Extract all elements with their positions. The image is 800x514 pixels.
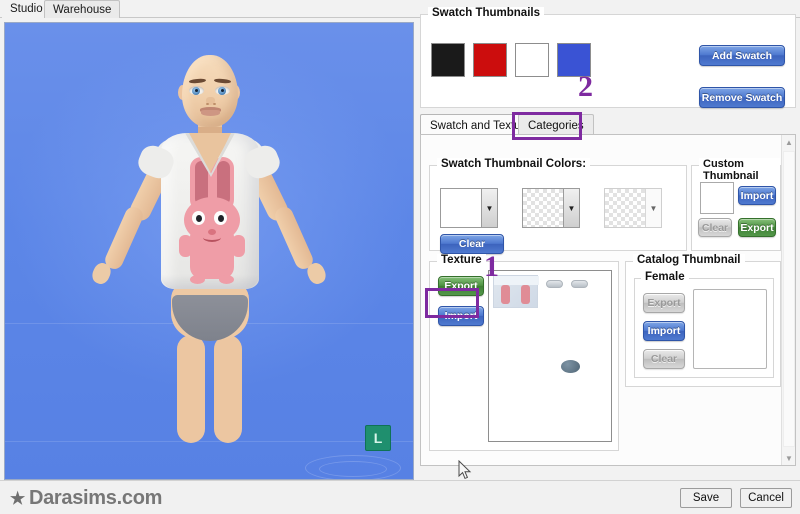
custom-thumbnail-import-button[interactable]: Import [738,186,776,205]
catalog-thumbnail-preview[interactable] [693,289,767,369]
sim-character-model [59,49,359,479]
color-dropdown-3[interactable]: ▼ [604,188,662,228]
catalog-export-button: Export [643,293,685,313]
editor-tab-control: Swatch and Texture Categories Swatch Thu… [420,114,796,466]
texture-bunny-back [521,285,530,304]
save-button[interactable]: Save [680,488,732,508]
viewport-orientation-gizmo[interactable]: L [365,425,391,451]
texture-detail-blob [561,360,580,373]
chevron-down-icon[interactable]: ▼ [481,189,497,227]
custom-thumbnail-legend: Custom Thumbnail [699,158,780,182]
swatch-and-texture-panel: Swatch Thumbnail Colors: ▼ ▼ ▼ Clear Cus… [420,134,796,466]
texture-import-button[interactable]: Import [438,306,484,326]
color-dropdown-3-preview [605,189,645,227]
tab-categories[interactable]: Categories [518,114,594,135]
catalog-thumbnail-legend: Catalog Thumbnail [633,254,745,266]
footer-bar: ★ Darasims.com Save Cancel [0,480,800,514]
star-icon: ★ [10,489,25,508]
bunny-print-foot-right [219,275,234,284]
color-dropdown-2[interactable]: ▼ [522,188,580,228]
texture-bunny-front [501,285,510,304]
custom-thumbnail-export-button[interactable]: Export [738,218,776,237]
texture-sleeve-uv-1 [546,280,563,288]
scrollbar-thumb[interactable] [783,151,795,447]
bunny-print-pupil-right [218,215,224,222]
color-dropdown-2-preview [523,189,563,227]
catalog-thumbnail-group: Catalog Thumbnail Female Export Import C… [625,254,781,387]
custom-thumbnail-group: Custom Thumbnail Import Clear Export [691,158,781,251]
texture-shirt-top [494,276,539,285]
swatch-thumbnails-group: Swatch Thumbnails Add Swatch Remove Swat… [420,7,796,108]
color-dropdown-1[interactable]: ▼ [440,188,498,228]
swatch-item-black[interactable] [431,43,465,77]
remove-swatch-button[interactable]: Remove Swatch [699,87,785,108]
sim-forearm-right [272,204,316,272]
texture-shirt-uv [493,275,539,308]
texture-preview[interactable] [488,270,612,442]
application-window: Studio Warehouse L Swatch Thumbnails Add… [0,0,800,514]
cancel-button[interactable]: Cancel [740,488,792,508]
sim-lower-lip [201,110,220,116]
texture-legend: Texture [437,254,486,266]
tab-warehouse[interactable]: Warehouse [44,0,121,18]
scroll-down-icon[interactable]: ▼ [782,451,796,465]
chevron-down-icon[interactable]: ▼ [563,189,579,227]
catalog-clear-button: Clear [643,349,685,369]
sim-nostril-right [213,103,216,105]
swatch-thumbnails-legend: Swatch Thumbnails [428,7,544,19]
color-dropdown-1-preview [441,189,481,227]
panel-scrollbar[interactable]: ▲ ▼ [781,135,795,465]
swatch-list [431,43,591,77]
sim-nostril-left [206,103,209,105]
catalog-female-group: Female Export Import Clear [634,271,774,378]
catalog-female-legend: Female [641,271,689,283]
sim-forearm-left [102,204,146,272]
sim-leg-right [214,335,242,443]
add-swatch-button[interactable]: Add Swatch [699,45,785,66]
swatch-thumbnail-colors-group: Swatch Thumbnail Colors: ▼ ▼ ▼ Clear [429,158,687,254]
catalog-import-button[interactable]: Import [643,321,685,341]
site-brand-label: Darasims.com [28,487,163,509]
swatch-item-white[interactable] [515,43,549,77]
site-brand: ★ Darasims.com [10,487,162,510]
custom-thumbnail-preview[interactable] [700,182,734,214]
texture-sleeve-uv-2 [571,280,588,288]
custom-thumbnail-clear-button: Clear [698,218,732,237]
bunny-print-pupil-left [196,215,202,222]
swatch-item-red[interactable] [473,43,507,77]
texture-group: Texture Export Import [429,254,619,451]
annotation-marker-1: 1 [484,250,499,283]
sim-leg-left [177,335,205,443]
bunny-print-mouth [203,233,221,242]
annotation-marker-2: 2 [578,70,593,103]
editor-right-pane: Swatch Thumbnails Add Swatch Remove Swat… [420,7,796,480]
scroll-up-icon[interactable]: ▲ [782,135,796,149]
model-viewport[interactable]: L [4,22,414,480]
chevron-down-icon[interactable]: ▼ [645,189,661,227]
bunny-print-foot-left [190,275,205,284]
swatch-thumbnail-colors-legend: Swatch Thumbnail Colors: [437,158,591,170]
texture-export-button[interactable]: Export [438,276,484,296]
editor-tab-header: Swatch and Texture Categories [420,114,796,135]
mouse-cursor-icon [458,460,472,480]
